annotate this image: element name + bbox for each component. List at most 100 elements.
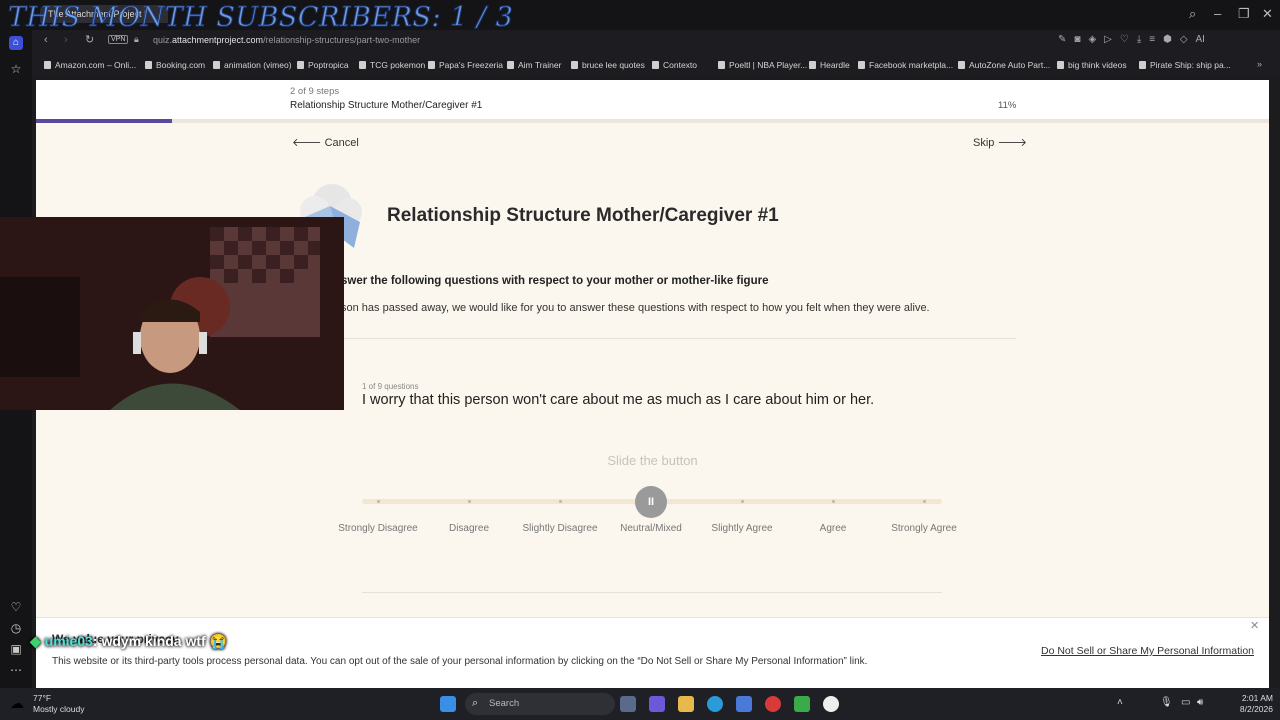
scale-label[interactable]: Disagree — [419, 523, 519, 534]
bookmark-item[interactable]: Facebook marketpla... — [858, 60, 953, 70]
minecraft-icon[interactable] — [794, 696, 810, 712]
close-icon[interactable]: ✕ — [1262, 6, 1273, 22]
scale-label[interactable]: Agree — [783, 523, 883, 534]
star-icon[interactable]: ☆ — [9, 62, 23, 76]
edge-icon[interactable] — [707, 696, 723, 712]
taskbar-time[interactable]: 2:01 AM — [1229, 693, 1273, 703]
obs-icon[interactable] — [823, 696, 839, 712]
forward-icon[interactable]: › — [64, 34, 68, 46]
subscribers-overlay: THIS MONTH SUBSCRIBERS: 1 / 3 — [7, 2, 514, 34]
bookmark-item[interactable]: Booking.com — [145, 60, 205, 70]
tray-chevron-icon[interactable]: ˄ — [1117, 697, 1123, 708]
file-explorer-icon[interactable] — [678, 696, 694, 712]
task-view-icon[interactable] — [620, 696, 636, 712]
store-icon[interactable] — [736, 696, 752, 712]
weather-condition: Mostly cloudy — [33, 704, 85, 714]
bookmark-item[interactable]: animation (vimeo) — [213, 60, 292, 70]
heart-icon[interactable]: ♡ — [1120, 34, 1129, 46]
shield-icon[interactable]: ◈ — [1088, 34, 1096, 46]
slider-stop[interactable] — [741, 500, 744, 503]
search-taskbar-icon: ⌕ — [472, 697, 479, 709]
question-text: I worry that this person won't care abou… — [362, 392, 875, 408]
start-icon[interactable] — [440, 696, 456, 712]
bookmark-item[interactable]: Poeltl | NBA Player... — [718, 60, 807, 70]
mic-icon[interactable]: 🎙︎ — [1160, 697, 1173, 708]
scale-label[interactable]: Slightly Agree — [692, 523, 792, 534]
bookmark-item[interactable]: big think videos — [1057, 60, 1127, 70]
search-icon[interactable]: ⌕ — [1189, 6, 1196, 22]
progress-track — [36, 119, 1269, 123]
more-bookmarks-icon[interactable]: » — [1257, 59, 1262, 69]
slider-stop[interactable] — [468, 500, 471, 503]
home-icon[interactable]: ⌂ — [9, 36, 23, 50]
weather-icon[interactable]: ☁ — [10, 695, 24, 712]
scale-label[interactable]: Neutral/Mixed — [601, 523, 701, 534]
bookmark-item[interactable]: Aim Trainer — [507, 60, 561, 70]
windows-taskbar — [0, 688, 1280, 720]
slider-thumb[interactable]: II — [635, 486, 667, 518]
vpn-badge[interactable]: VPN — [108, 35, 129, 44]
bookmark-item[interactable]: Poptropica — [297, 60, 349, 70]
extension-icon[interactable]: ⬢ — [1163, 34, 1172, 46]
bookmark-item[interactable]: AutoZone Auto Part... — [958, 60, 1050, 70]
cube-icon[interactable]: ◇ — [1180, 34, 1188, 46]
url-field[interactable]: quiz.attachmentproject.com/relationship-… — [153, 35, 420, 45]
minimize-icon[interactable]: – — [1214, 6, 1221, 21]
slider-stop[interactable] — [832, 500, 835, 503]
progress-percent: 11% — [998, 100, 1017, 111]
divider — [290, 338, 1016, 339]
heart-sidebar-icon[interactable]: ♡ — [9, 600, 23, 614]
widgets-icon[interactable] — [649, 696, 665, 712]
box-icon[interactable]: ▣ — [9, 642, 23, 656]
slider-stop[interactable] — [923, 500, 926, 503]
page-title: Relationship Structure Mother/Caregiver … — [387, 205, 779, 226]
ai-icon[interactable]: AI — [1196, 34, 1205, 46]
chat-text: : wdym kinda wtf 😭 — [92, 633, 228, 649]
bookmark-item[interactable]: Pirate Ship: ship pa... — [1139, 60, 1231, 70]
network-icon[interactable]: ▭ — [1181, 697, 1190, 708]
close-banner-icon[interactable]: ✕ — [1250, 619, 1259, 632]
cancel-label: Cancel — [324, 137, 359, 149]
edit-icon[interactable]: ✎ — [1058, 34, 1066, 46]
menu-icon[interactable]: ≡ — [1149, 34, 1155, 46]
slider-stop[interactable] — [559, 500, 562, 503]
privacy-text: This website or its third-party tools pr… — [52, 656, 868, 667]
opera-icon[interactable] — [765, 696, 781, 712]
url-prefix: quiz. — [153, 35, 173, 45]
bookmark-item[interactable]: TCG pokemon — [359, 60, 425, 70]
progress-fill — [36, 119, 172, 123]
slider-stop[interactable] — [377, 500, 380, 503]
webcam-overlay — [0, 217, 344, 410]
skip-button[interactable]: Skip 🡒 — [973, 135, 1027, 149]
weather-temp: 77°F — [33, 693, 52, 703]
download-icon[interactable]: ⤓ — [1137, 34, 1141, 46]
do-not-sell-link[interactable]: Do Not Sell or Share My Personal Informa… — [1041, 645, 1254, 657]
volume-icon[interactable]: 🔊︎ — [1197, 697, 1203, 708]
bookmark-item[interactable]: Heardle — [809, 60, 850, 70]
back-icon[interactable]: ‹ — [44, 34, 48, 46]
bookmark-item[interactable]: Amazon.com – Onli... — [44, 60, 136, 70]
bookmark-item[interactable]: Contexto — [652, 60, 697, 70]
cancel-button[interactable]: 🡐 Cancel — [292, 135, 359, 149]
reload-icon[interactable]: ↻ — [85, 33, 94, 46]
chat-message: ◆ umie03: wdym kinda wtf 😭 — [30, 633, 227, 650]
skip-label: Skip — [973, 137, 995, 149]
more-icon[interactable]: ⋯ — [9, 663, 23, 677]
url-domain: attachmentproject.com — [172, 35, 264, 45]
toolbar-icons: ✎ ◙ ◈ ▷ ♡ ⤓ ≡ ⬢ ◇ AI — [1058, 34, 1268, 46]
arrow-right-icon: 🡒 — [994, 137, 1027, 149]
scale-label[interactable]: Strongly Disagree — [328, 523, 428, 534]
taskbar-search-label: Search — [489, 698, 520, 709]
taskbar-date[interactable]: 8/2/2026 — [1229, 704, 1273, 714]
url-path: /relationship-structures/part-two-mother — [263, 35, 421, 45]
camera-icon[interactable]: ◙ — [1074, 34, 1080, 46]
taskbar-search[interactable]: Search — [465, 693, 615, 715]
scale-label[interactable]: Strongly Agree — [874, 523, 974, 534]
bookmark-item[interactable]: bruce lee quotes — [571, 60, 645, 70]
history-icon[interactable]: ◷ — [9, 621, 23, 635]
play-icon[interactable]: ▷ — [1104, 34, 1112, 46]
scale-label[interactable]: Slightly Disagree — [510, 523, 610, 534]
maximize-icon[interactable]: ❐ — [1238, 6, 1250, 22]
bookmark-item[interactable]: Papa's Freezeria — [428, 60, 503, 70]
webcam-image — [0, 217, 344, 410]
